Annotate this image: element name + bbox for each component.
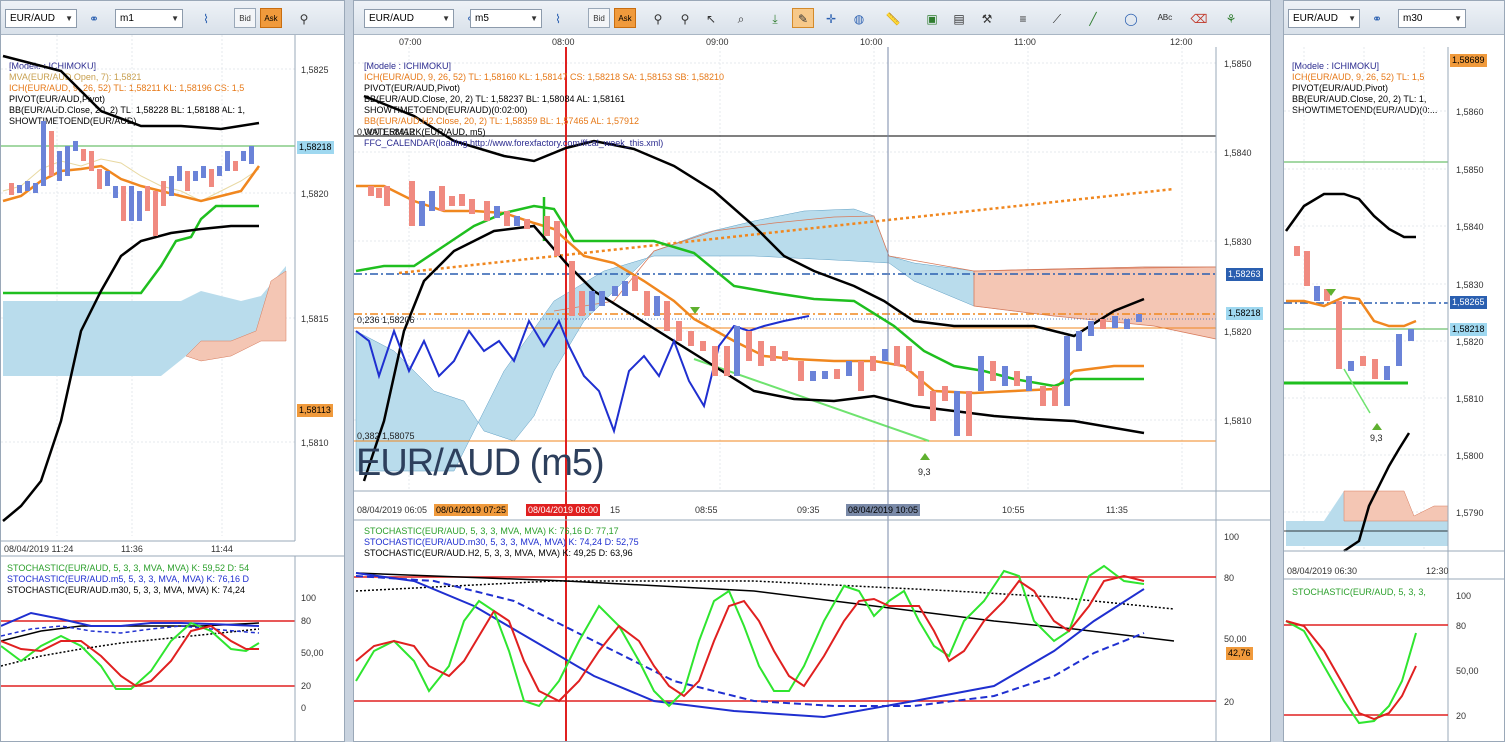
symbol-watermark: EUR/AUD (m5) — [356, 442, 605, 484]
time-tick: 10:55 — [1002, 505, 1025, 515]
oscillator-legend: STOCHASTIC(EUR/AUD, 5, 3, 3, MVA, MVA) K… — [364, 526, 639, 559]
legend-line: STOCHASTIC(EUR/AUD.m5, 5, 3, 3, MVA, MVA… — [7, 574, 250, 584]
osc-tick: 50,00 — [1224, 634, 1247, 644]
price-tick: 1,5790 — [1456, 508, 1484, 518]
legend-line: STOCHASTIC(EUR/AUD.m30, 5, 3, 3, MVA, MV… — [7, 585, 246, 595]
current-price-tag: 1,58218 — [1226, 307, 1263, 320]
pivot-price-tag: 1,58265 — [1450, 296, 1487, 309]
legend-line: STOCHASTIC(EUR/AUD, 5, 3, 3, MVA, MVA) K… — [7, 563, 250, 573]
candles-m1 — [9, 121, 254, 236]
price-tick: 1,5840 — [1456, 222, 1484, 232]
price-tick: 1,5840 — [1224, 148, 1252, 158]
price-tick: 1,5830 — [1224, 237, 1252, 247]
time-tick: 08:55 — [695, 505, 718, 515]
time-tick: 11:44 — [211, 544, 233, 554]
time-tick: 11:35 — [1106, 505, 1128, 515]
price-tick: 1,5810 — [301, 438, 329, 448]
osc-tick: 50,00 — [301, 648, 324, 658]
time-tick: 08/04/2019 11:24 — [4, 544, 74, 554]
osc-tick: 80 — [1224, 573, 1235, 583]
legend-line: ICH(EUR/AUD, 9, 26, 52) TL: 1,58160 KL: … — [364, 72, 725, 82]
fibo-level-0: 0,000 1,58412 — [357, 127, 415, 137]
chart-window-m1[interactable]: EUR/AUD ▼ ⚭ m1 ▼ ⌇ Bid Ask ⚲ [Modele : ICH… — [0, 0, 345, 742]
pivot-price-tag: 1,58263 — [1226, 268, 1263, 281]
price-tick: 1,5810 — [1224, 416, 1252, 426]
time-tag-orange: 08/04/2019 07:25 — [434, 504, 509, 516]
legend-line: PIVOT(EUR/AUD,Pivot) — [364, 83, 461, 93]
osc-value-tag: 42,76 — [1226, 647, 1253, 660]
legend-line: WATERMARK(EUR/AUD, m5) — [364, 127, 486, 137]
signal-arrow-down-icon — [690, 307, 700, 314]
osc-tick: 100 — [301, 593, 317, 603]
price-tick: 1,5825 — [301, 65, 329, 75]
osc-tick: 80 — [301, 616, 312, 626]
signal-label: 9,3 — [1370, 433, 1383, 443]
osc-tick: 100 — [1224, 532, 1240, 542]
time-tag-gray: 08/04/2019 10:05 — [846, 504, 921, 516]
price-tick: 1,5830 — [1456, 280, 1484, 290]
price-tick: 1,5820 — [301, 189, 329, 199]
oscillator-legend: STOCHASTIC(EUR/AUD, 5, 3, 3, MVA, MVA) K… — [7, 563, 249, 596]
legend-line: FFC_CALENDAR(loading http://www.forexfac… — [364, 138, 664, 148]
osc-tick: 20 — [1224, 697, 1235, 707]
time-tag-red: 08/04/2019 08:00 — [526, 504, 601, 516]
price-tick: 1,5850 — [1456, 165, 1484, 175]
legend-line: SHOWTIMETOEND(EUR/AUD)(0:02:00) — [364, 105, 528, 115]
time-tick: 11:36 — [121, 544, 143, 554]
time-tick: 12:30 — [1426, 566, 1449, 576]
current-price-tag: 1,58218 — [1450, 323, 1487, 336]
price-chart-m1[interactable] — [1, 1, 345, 742]
osc-tick: 20 — [1456, 711, 1467, 721]
osc-tick: 80 — [1456, 621, 1467, 631]
signal-label: 9,3 — [918, 467, 931, 477]
osc-tick: 50,00 — [1456, 666, 1479, 676]
time-tick: 08/04/2019 06:05 — [357, 505, 428, 515]
indicator-legend: [Modele : ICHIMOKU] ICH(EUR/AUD, 9, 26, … — [364, 61, 724, 149]
price-tick: 1,5820 — [1224, 327, 1252, 337]
signal-arrow-up-icon — [920, 453, 930, 460]
price-tick: 1,5815 — [301, 314, 329, 324]
legend-line: BB(EUR/AUD.Close, 20, 2) TL: 1,58237 BL:… — [364, 94, 625, 104]
legend-line: STOCHASTIC(EUR/AUD.m30, 5, 3, 3, MVA, MV… — [364, 537, 639, 547]
price-tick: 1,5810 — [1456, 394, 1484, 404]
price-tick: 1,5860 — [1456, 107, 1484, 117]
time-tick: 15 — [610, 505, 621, 515]
fibo-level-236: 0,236 1,58206 — [357, 315, 415, 325]
price-tick: 1,5820 — [1456, 337, 1484, 347]
chart-window-m5[interactable]: EUR/AUD▼ ⚭ m5▼ ⌇ Bid Ask ⚲ ⚲ ↖ ⌕ ⤓ ✎ ✛ ◍… — [353, 0, 1271, 742]
chart-window-m30[interactable]: EUR/AUD ▼ ⚭ m30 ▼ [Modele : ICHIMOKU] ICH(… — [1283, 0, 1505, 742]
fibo-level-382: 0,382 1,58075 — [357, 431, 415, 441]
osc-tick: 100 — [1456, 591, 1472, 601]
oscillator-legend: STOCHASTIC(EUR/AUD, 5, 3, 3, — [1292, 587, 1426, 598]
time-tick: 09:35 — [797, 505, 820, 515]
osc-tick: 0 — [301, 703, 307, 713]
price-tick: 1,5850 — [1224, 59, 1252, 69]
legend-line: STOCHASTIC(EUR/AUD.H2, 5, 3, 3, MVA, MVA… — [364, 548, 633, 558]
legend-line: STOCHASTIC(EUR/AUD, 5, 3, 3, — [1292, 587, 1426, 597]
current-price-tag: 1,58218 — [297, 141, 334, 154]
price-tick: 1,5800 — [1456, 451, 1484, 461]
signal-arrow-up-icon — [1372, 423, 1382, 430]
time-tick: 08/04/2019 06:30 — [1287, 566, 1358, 576]
osc-tick: 20 — [301, 681, 312, 691]
legend-line: STOCHASTIC(EUR/AUD, 5, 3, 3, MVA, MVA) K… — [364, 526, 619, 536]
legend-line: [Modele : ICHIMOKU] — [364, 61, 452, 71]
top-price-tag: 1,58689 — [1450, 54, 1487, 67]
pivot-price-tag: 1,58113 — [297, 404, 333, 417]
signal-arrow-down-icon — [1326, 289, 1336, 296]
legend-line: BB(EUR/AUD.H2.Close, 20, 2) TL: 1,58359 … — [364, 116, 640, 126]
